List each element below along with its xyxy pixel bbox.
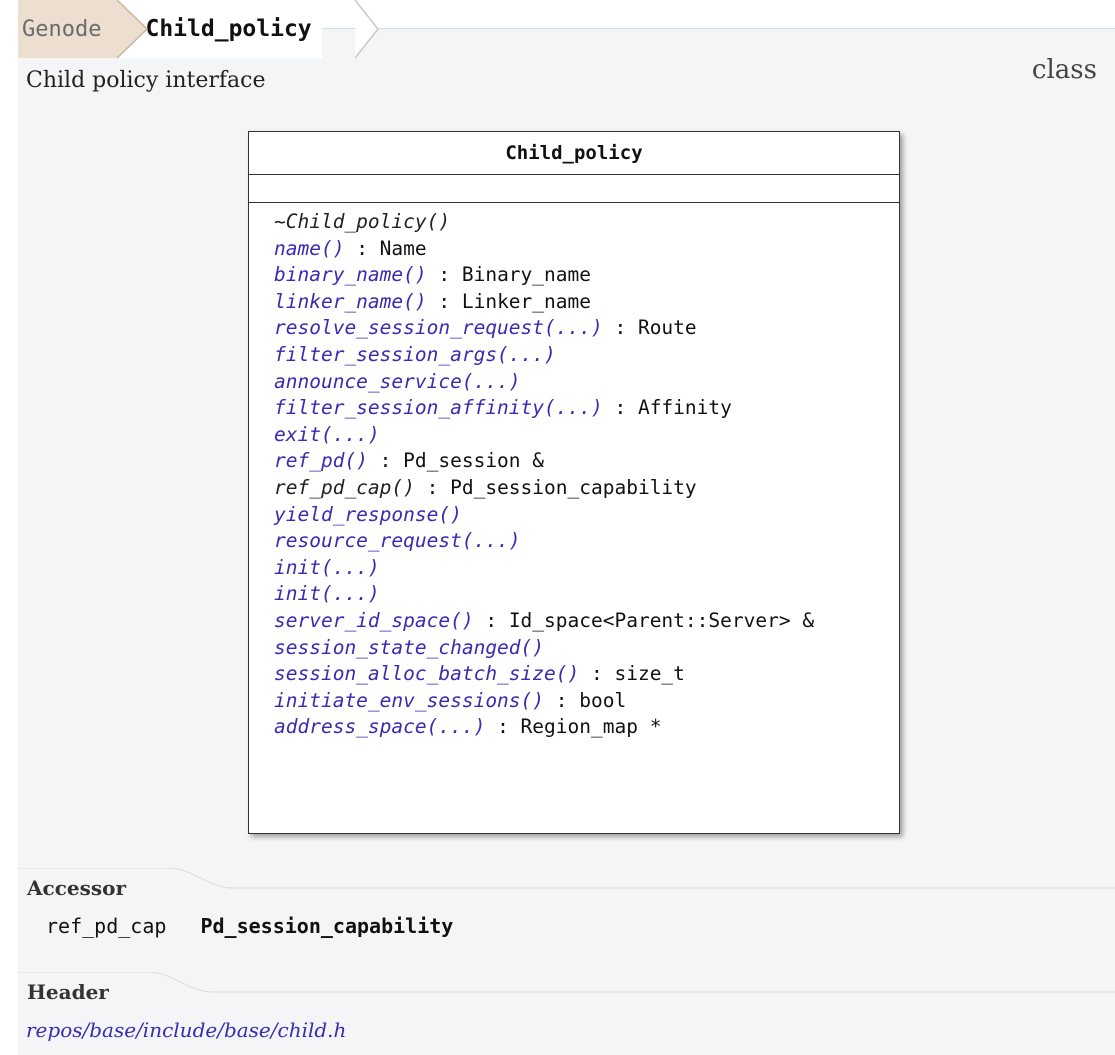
- uml-method-row: ~Child_policy(): [274, 209, 899, 236]
- section-tab-shape: [18, 972, 1115, 993]
- uml-method-row: init(...): [274, 581, 899, 608]
- uml-method-name[interactable]: announce_service(...): [274, 370, 521, 393]
- uml-method-row: session_state_changed(): [274, 635, 899, 662]
- uml-method-row: session_alloc_batch_size() : size_t: [274, 661, 899, 688]
- uml-method-name[interactable]: init(...): [274, 556, 380, 579]
- uml-method-return-type: : size_t: [579, 662, 685, 686]
- uml-method-return-type: : bool: [544, 688, 627, 712]
- breadcrumb-current: Child_policy: [117, 0, 322, 58]
- accessor-type: Pd_session_capability: [200, 914, 454, 938]
- uml-method-name: ref_pd_cap(): [274, 475, 415, 499]
- accessor-name: ref_pd_cap: [46, 914, 167, 938]
- uml-method-name[interactable]: ref_pd(): [274, 449, 368, 472]
- breadcrumb-parent-label: Genode: [22, 16, 102, 42]
- uml-method-name[interactable]: initiate_env_sessions(): [274, 689, 544, 712]
- uml-method-name[interactable]: server_id_space(): [274, 609, 474, 632]
- uml-method-name[interactable]: init(...): [274, 582, 380, 605]
- uml-method-row: yield_response(): [274, 502, 899, 529]
- uml-method-name[interactable]: session_alloc_batch_size(): [274, 662, 579, 685]
- uml-method-row: linker_name() : Linker_name: [274, 289, 899, 316]
- uml-method-row: initiate_env_sessions() : bool: [274, 688, 899, 715]
- uml-method-name[interactable]: filter_session_affinity(...): [274, 396, 603, 419]
- header-heading: Header: [27, 980, 109, 1004]
- uml-method-row: server_id_space() : Id_space<Parent::Ser…: [274, 608, 899, 635]
- uml-attributes-compartment: [249, 175, 899, 203]
- uml-method-row: filter_session_affinity(...) : Affinity: [274, 395, 899, 422]
- uml-class-box: Child_policy ~Child_policy() name() : Nam…: [248, 131, 900, 834]
- uml-method-row: exit(...): [274, 422, 899, 449]
- breadcrumb-parent-link[interactable]: Genode: [18, 0, 118, 58]
- uml-method-row: filter_session_args(...): [274, 342, 899, 369]
- uml-method-row: resource_request(...): [274, 528, 899, 555]
- uml-method-return-type: : Linker_name: [426, 289, 591, 313]
- uml-method-name[interactable]: exit(...): [274, 423, 380, 446]
- uml-method-return-type: : Binary_name: [426, 263, 591, 287]
- section-tab-shape: [18, 868, 1115, 889]
- uml-method-row: resolve_session_request(...) : Route: [274, 315, 899, 342]
- uml-methods-compartment: ~Child_policy() name() : Name binary_name(…: [249, 203, 899, 741]
- uml-method-row: name() : Name: [274, 236, 899, 263]
- uml-method-row: announce_service(...): [274, 369, 899, 396]
- uml-method-return-type: : Name: [344, 236, 427, 260]
- header-file-link[interactable]: repos/base/include/base/child.h: [26, 1018, 346, 1042]
- accessor-heading: Accessor: [27, 876, 126, 900]
- uml-method-name: ~Child_policy(): [274, 210, 451, 233]
- breadcrumb: Genode Child_policy: [18, 0, 322, 58]
- uml-method-row: binary_name() : Binary_name: [274, 262, 899, 289]
- uml-method-name[interactable]: linker_name(): [274, 290, 427, 313]
- uml-method-return-type: : Region_map *: [485, 715, 662, 739]
- uml-method-return-type: : Affinity: [602, 396, 732, 420]
- uml-method-return-type: : Id_space<Parent::Server> &: [473, 608, 815, 632]
- uml-method-return-type: : Pd_session &: [367, 449, 545, 473]
- entity-kind: class: [1031, 55, 1097, 85]
- uml-method-row: address_space(...) : Region_map *: [274, 714, 899, 741]
- uml-method-row: ref_pd_cap() : Pd_session_capability: [274, 475, 899, 502]
- uml-method-return-type: : Route: [602, 316, 697, 340]
- uml-method-name[interactable]: resource_request(...): [274, 529, 521, 552]
- uml-method-name[interactable]: name(): [274, 237, 344, 260]
- uml-method-name[interactable]: yield_response(): [274, 503, 462, 526]
- class-brief: Child policy interface: [26, 68, 266, 93]
- accessor-section-heading: Accessor: [18, 868, 1115, 908]
- uml-method-name[interactable]: session_state_changed(): [274, 636, 544, 659]
- uml-method-name[interactable]: address_space(...): [274, 715, 485, 738]
- uml-class-name: Child_policy: [249, 132, 899, 175]
- uml-method-row: ref_pd() : Pd_session &: [274, 448, 899, 475]
- uml-method-name[interactable]: binary_name(): [274, 263, 427, 286]
- uml-method-name[interactable]: resolve_session_request(...): [274, 316, 603, 339]
- uml-method-name[interactable]: filter_session_args(...): [274, 343, 556, 366]
- uml-method-return-type: : Pd_session_capability: [414, 475, 697, 499]
- uml-method-row: init(...): [274, 555, 899, 582]
- header-section-heading: Header: [18, 972, 1115, 1012]
- breadcrumb-current-label: Child_policy: [145, 16, 312, 42]
- accessor-row: ref_pd_cap Pd_session_capability: [46, 914, 453, 938]
